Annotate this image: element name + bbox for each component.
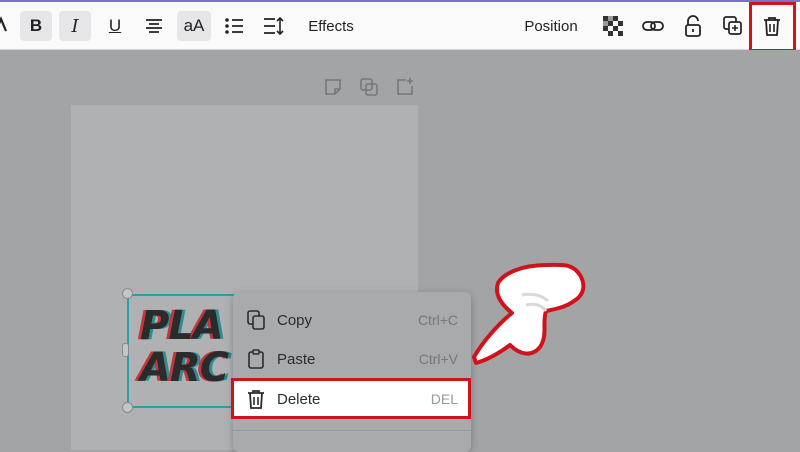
- case-button[interactable]: aA: [177, 11, 211, 41]
- duplicate-button[interactable]: [718, 11, 748, 41]
- duplicate-icon: [723, 16, 742, 35]
- text-color-icon[interactable]: [0, 11, 8, 41]
- italic-icon: I: [71, 15, 79, 37]
- menu-item-paste[interactable]: Paste Ctrl+V: [233, 340, 471, 378]
- menu-item-copy-shortcut: Ctrl+C: [417, 312, 458, 328]
- link-icon: [642, 21, 664, 31]
- align-center-icon: [146, 19, 162, 33]
- page-add-icon[interactable]: [395, 77, 417, 99]
- position-label: Position: [524, 17, 578, 35]
- menu-divider: [233, 430, 471, 431]
- editor-toolbar: B I U aA Effects Position: [0, 2, 800, 50]
- bold-button[interactable]: B: [20, 11, 52, 41]
- line-spacing-icon: [264, 17, 284, 35]
- menu-item-paste-shortcut: Ctrl+V: [418, 351, 458, 367]
- paste-icon: [245, 348, 267, 370]
- effects-label: Effects: [308, 17, 354, 35]
- selection-box[interactable]: [127, 294, 242, 408]
- menu-item-copy[interactable]: Copy Ctrl+C: [233, 301, 471, 339]
- context-menu: Copy Ctrl+C Paste Ctrl+V Delete DEL: [233, 292, 471, 452]
- underline-button[interactable]: U: [99, 11, 131, 41]
- copy-icon: [245, 309, 267, 331]
- page-note-icon[interactable]: [323, 77, 345, 99]
- underline-icon: U: [108, 16, 122, 35]
- resize-handle-bottom-left[interactable]: [122, 402, 133, 413]
- pointing-hand-icon: [472, 262, 586, 365]
- case-icon: aA: [183, 16, 205, 35]
- resize-handle-left[interactable]: [122, 343, 129, 357]
- link-button[interactable]: [638, 11, 668, 41]
- delete-highlight-box: [231, 378, 471, 419]
- trash-highlight-box: [749, 2, 796, 52]
- lock-icon: [685, 15, 701, 37]
- italic-button[interactable]: I: [59, 11, 91, 41]
- spacing-button[interactable]: [257, 11, 289, 41]
- bold-icon: B: [29, 16, 43, 35]
- transparency-button[interactable]: [598, 11, 628, 41]
- lock-button[interactable]: [678, 11, 708, 41]
- page-copy-icon[interactable]: [359, 77, 381, 99]
- transparency-icon: [603, 16, 623, 36]
- bullet-list-icon: [225, 18, 243, 34]
- list-button[interactable]: [218, 11, 250, 41]
- effects-button[interactable]: Effects: [300, 11, 362, 41]
- menu-item-paste-label: Paste: [277, 350, 316, 368]
- menu-item-copy-label: Copy: [277, 311, 313, 329]
- position-button[interactable]: Position: [515, 11, 587, 41]
- resize-handle-top-left[interactable]: [122, 288, 133, 299]
- align-button[interactable]: [138, 11, 170, 41]
